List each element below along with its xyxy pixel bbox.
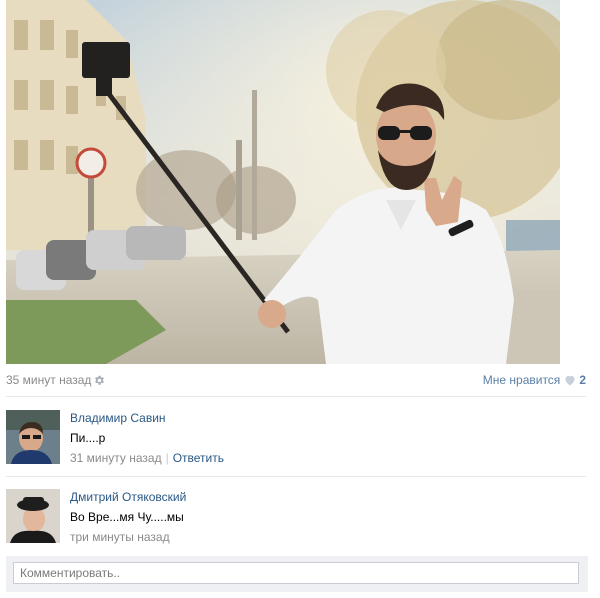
meta-separator: | [165,451,169,465]
comment-time[interactable]: 31 минуту назад [70,451,162,465]
post-time: 35 минут назад [6,373,105,387]
comment-input[interactable] [13,562,579,584]
like-label: Мне нравится [482,373,561,387]
comment-author[interactable]: Дмитрий Отяковский [70,489,186,505]
divider [6,396,586,397]
like-count: 2 [579,373,586,387]
gear-icon[interactable] [94,375,105,386]
reply-link[interactable]: Ответить [173,451,224,465]
comment-text: Во Вре...мя Чу.....мы [70,510,184,524]
avatar[interactable] [6,410,60,464]
post-time-text[interactable]: 35 минут назад [6,373,91,387]
comment-item: Дмитрий Отяковский Во Вре...мя Чу.....мы… [6,489,586,549]
comment-form [6,556,588,592]
comment-item: Владимир Савин Пи....р 31 минуту назад | О… [6,410,586,470]
like-button[interactable]: Мне нравится 2 [483,373,586,387]
divider [6,476,586,477]
comment-time[interactable]: три минуты назад [70,530,170,544]
comment-author[interactable]: Владимир Савин [70,410,166,426]
heart-icon [564,375,576,386]
post-photo[interactable] [6,0,560,364]
post-meta-row: 35 минут назад Мне нравится 2 [6,370,586,390]
comment-text: Пи....р [70,431,106,445]
post-container: 35 минут назад Мне нравится 2 Владимир С… [0,0,600,598]
avatar[interactable] [6,489,60,543]
